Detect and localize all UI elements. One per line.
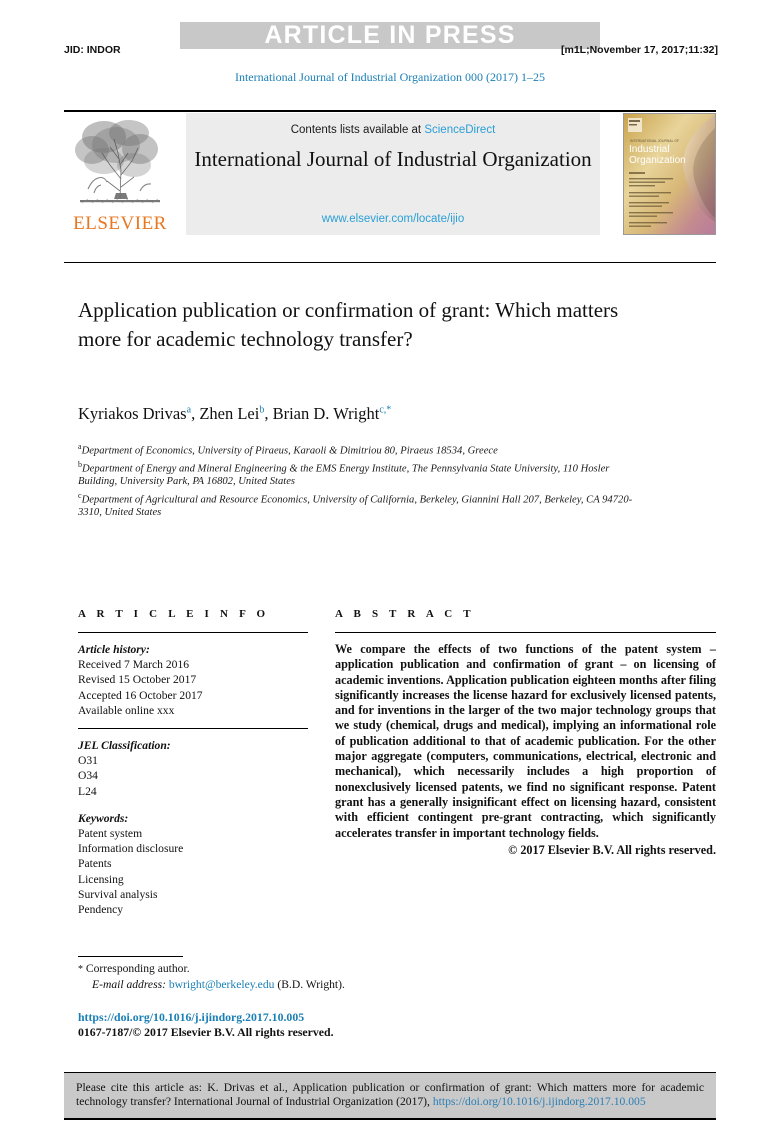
affiliation-item: bDepartment of Energy and Mineral Engine…	[78, 458, 638, 489]
article-in-press-label: ARTICLE IN PRESS	[264, 21, 516, 49]
footnote-rule	[78, 956, 183, 957]
citation-notice-box: Please cite this article as: K. Drivas e…	[64, 1072, 716, 1120]
keywords-label: Keywords:	[78, 811, 129, 825]
svg-text:Industrial: Industrial	[629, 144, 670, 155]
keyword-item: Survival analysis	[78, 887, 158, 901]
corresponding-author-label: Corresponding author.	[85, 962, 190, 975]
article-first-page: ARTICLE IN PRESS JID: INDOR [m1L;Novembe…	[0, 0, 780, 1134]
elsevier-wordmark: ELSEVIER	[73, 213, 167, 234]
keyword-item: Information disclosure	[78, 842, 184, 856]
author-affil-marker[interactable]: a	[187, 405, 191, 416]
affiliation-text: Department of Agricultural and Resource …	[78, 494, 633, 519]
history-item: Revised 15 October 2017	[78, 673, 197, 687]
page-title: Application publication or confirmation …	[78, 298, 619, 351]
contents-prefix: Contents lists available at	[290, 124, 422, 136]
jel-label: JEL Classification:	[78, 739, 171, 753]
jel-code: L24	[78, 784, 97, 798]
journal-cover-art: INTERNATIONAL JOURNAL OF Industrial Orga…	[624, 114, 715, 234]
elsevier-logo: ELSEVIER	[64, 113, 176, 235]
author-affil-marker[interactable]: b	[259, 405, 264, 416]
abstract-heading: A B S T R A C T	[335, 608, 475, 620]
keyword-item: Patent system	[78, 827, 143, 841]
svg-text:INTERNATIONAL JOURNAL OF: INTERNATIONAL JOURNAL OF	[630, 139, 679, 143]
email-line: E-mail address: bwright@berkeley.edu (B.…	[78, 978, 578, 993]
journal-homepage-link[interactable]: www.elsevier.com/locate/ijio	[186, 213, 600, 225]
article-info-column: A R T I C L E I N F O Article history: R…	[78, 608, 308, 917]
masthead-bottom-rule	[64, 262, 716, 263]
history-item: Received 7 March 2016	[78, 658, 190, 672]
journal-title: International Journal of Industrial Orga…	[194, 147, 592, 171]
corresponding-author-marker: *	[78, 964, 83, 975]
author-name: Kyriakos Drivas	[78, 404, 187, 423]
article-history-block: Article history: Received 7 March 2016 R…	[78, 642, 308, 718]
jel-code: O31	[78, 754, 98, 768]
author-name: Brian D. Wright	[272, 404, 380, 423]
affiliation-list: aDepartment of Economics, University of …	[78, 440, 638, 520]
jel-code: O34	[78, 769, 98, 783]
keyword-item: Licensing	[78, 872, 124, 886]
affiliation-item: aDepartment of Economics, University of …	[78, 440, 638, 458]
affiliation-text: Department of Economics, University of P…	[81, 445, 498, 457]
abstract-text: We compare the effects of two functions …	[335, 642, 716, 840]
sciencedirect-link[interactable]: ScienceDirect	[424, 124, 495, 136]
article-info-rule	[78, 632, 308, 633]
author-name: Zhen Lei	[199, 404, 260, 423]
svg-text:Organization: Organization	[629, 155, 686, 166]
email-link[interactable]: bwright@berkeley.edu	[169, 978, 275, 991]
journal-id-runhead: JID: INDOR	[64, 44, 121, 56]
elsevier-tree-icon	[75, 120, 160, 204]
email-owner: (B.D. Wright).	[277, 977, 345, 991]
article-history-label: Article history:	[78, 643, 150, 656]
contents-available-line: Contents lists available at ScienceDirec…	[186, 124, 600, 136]
issn-copyright-line: 0167-7187/© 2017 Elsevier B.V. All right…	[78, 1025, 334, 1039]
email-label: E-mail address:	[92, 977, 166, 991]
keyword-item: Pendency	[78, 903, 124, 917]
affiliation-item: cDepartment of Agricultural and Resource…	[78, 489, 638, 520]
jel-rule	[78, 728, 308, 730]
doi-link[interactable]: https://doi.org/10.1016/j.ijindorg.2017.…	[78, 1010, 578, 1025]
author-affil-marker[interactable]: c,*	[379, 405, 391, 416]
abstract-rule	[335, 632, 716, 633]
doi-block: https://doi.org/10.1016/j.ijindorg.2017.…	[78, 1010, 578, 1040]
journal-cover-thumbnail: INTERNATIONAL JOURNAL OF Industrial Orga…	[623, 113, 716, 235]
masthead-top-rule	[64, 110, 716, 112]
journal-masthead: ELSEVIER Contents lists available at Sci…	[64, 113, 716, 235]
keywords-block: Keywords: Patent system Information disc…	[78, 811, 308, 917]
affiliation-text: Department of Energy and Mineral Enginee…	[78, 463, 610, 488]
jel-block: JEL Classification: O31 O34 L24	[78, 738, 308, 799]
history-item: Accepted 16 October 2017	[78, 688, 203, 702]
history-item: Available online xxx	[78, 703, 175, 717]
footnote-block: * Corresponding author. E-mail address: …	[78, 962, 578, 992]
citation-notice-text: Please cite this article as: K. Drivas e…	[76, 1081, 704, 1110]
keyword-item: Patents	[78, 857, 112, 871]
journal-band: Contents lists available at ScienceDirec…	[186, 113, 600, 235]
proof-stamp-runhead: [m1L;November 17, 2017;11:32]	[561, 44, 718, 56]
article-in-press-banner: ARTICLE IN PRESS	[180, 22, 600, 49]
citation-doi-link[interactable]: https://doi.org/10.1016/j.ijindorg.2017.…	[433, 1095, 646, 1108]
author-list: Kyriakos Drivasa, Zhen Leib, Brian D. Wr…	[78, 404, 392, 423]
abstract-copyright: © 2017 Elsevier B.V. All rights reserved…	[508, 842, 716, 857]
article-info-heading: A R T I C L E I N F O	[78, 608, 270, 620]
abstract-column: A B S T R A C T We compare the effects o…	[335, 608, 716, 858]
journal-citation-line: International Journal of Industrial Orga…	[234, 70, 546, 84]
